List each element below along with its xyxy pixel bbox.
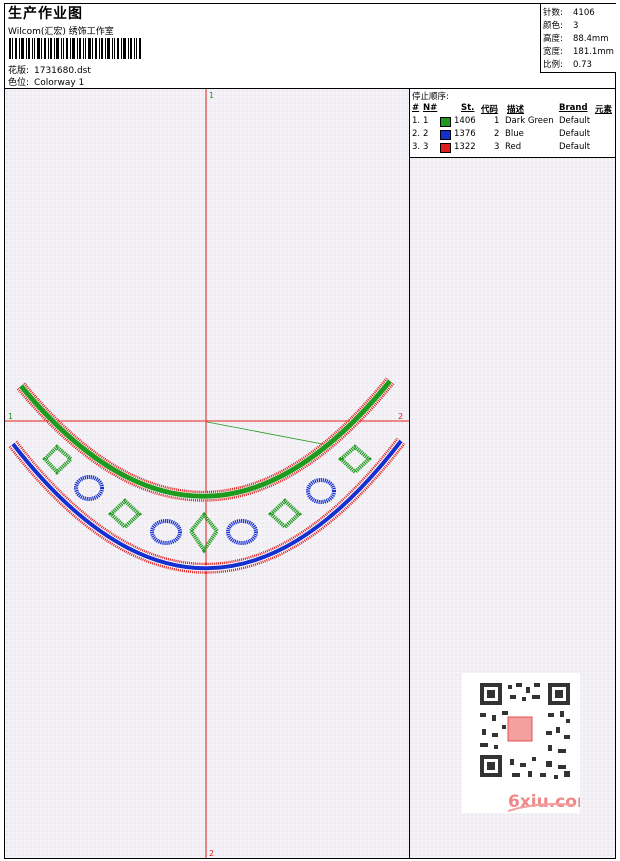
header: 生产作业图 Wilcom(汇宏) 绣饰工作室 花版: 1731680.dst 色… [5, 4, 616, 89]
embroidery-preview: 1 2 1 2 [5, 89, 409, 858]
stop-sequence-panel: 停止顺序: # N# St. 代码 描述 Brand 元素 1. 1 1406 … [410, 89, 615, 158]
color-swatch [440, 143, 451, 153]
colorway-value: Colorway 1 [34, 78, 85, 88]
diamond-5 [337, 444, 373, 475]
barcode [9, 38, 141, 59]
studio-name: Wilcom(汇宏) 绣饰工作室 [8, 27, 114, 37]
axis-label-v-top: 1 [209, 91, 214, 100]
oval-3 [226, 519, 258, 545]
col-desc: 描述 [507, 105, 525, 115]
stop-row: 1. 1 1406 1 Dark Green Default [412, 116, 591, 127]
diamond-4 [268, 498, 302, 530]
stop-row: 3. 3 1322 3 Red Default [412, 142, 591, 153]
sheet-title: 生产作业图 [8, 6, 83, 22]
stat-colors: 颜色: 3 [543, 21, 579, 31]
watermark: 6xiu.com [462, 673, 595, 813]
color-swatch [440, 130, 451, 140]
col-n: N# [423, 103, 438, 113]
diamond-1 [42, 444, 75, 475]
colorway: 色位: Colorway 1 [8, 75, 84, 88]
col-st: St. [461, 103, 475, 113]
stop-row: 2. 2 1376 2 Blue Default [412, 129, 591, 140]
col-code: 代码 [481, 105, 499, 115]
stat-height: 高度: 88.4mm [543, 34, 609, 44]
colorway-label: 色位: [8, 78, 30, 88]
axis-label-v-bottom: 2 [209, 849, 214, 858]
oval-4 [306, 478, 336, 504]
stamp-icon [507, 716, 533, 742]
jump-stitch [206, 421, 334, 447]
oval-2 [150, 519, 182, 545]
stats-box: 针数: 4106 颜色: 3 高度: 88.4mm 宽度: 181.1mm 比例: 0.7… [540, 4, 616, 73]
stat-width: 宽度: 181.1mm [543, 47, 614, 57]
col-hash: # [412, 103, 420, 113]
qr-code-icon: 6xiu.com [462, 673, 595, 812]
diamond-2 [108, 498, 142, 530]
stat-scale: 比例: 0.73 [543, 60, 592, 70]
oval-1 [74, 475, 104, 501]
color-swatch [440, 117, 451, 127]
design-canvas: 1 2 1 2 [5, 89, 410, 858]
stop-sequence-title: 停止顺序: [412, 92, 449, 102]
diamond-3 [188, 511, 220, 554]
stat-stitches: 针数: 4106 [543, 8, 595, 18]
col-brand: Brand [559, 103, 588, 113]
axis-label-h-right: 2 [398, 412, 403, 421]
axis-label-h-left: 1 [8, 412, 13, 421]
col-element: 元素 [595, 105, 613, 115]
